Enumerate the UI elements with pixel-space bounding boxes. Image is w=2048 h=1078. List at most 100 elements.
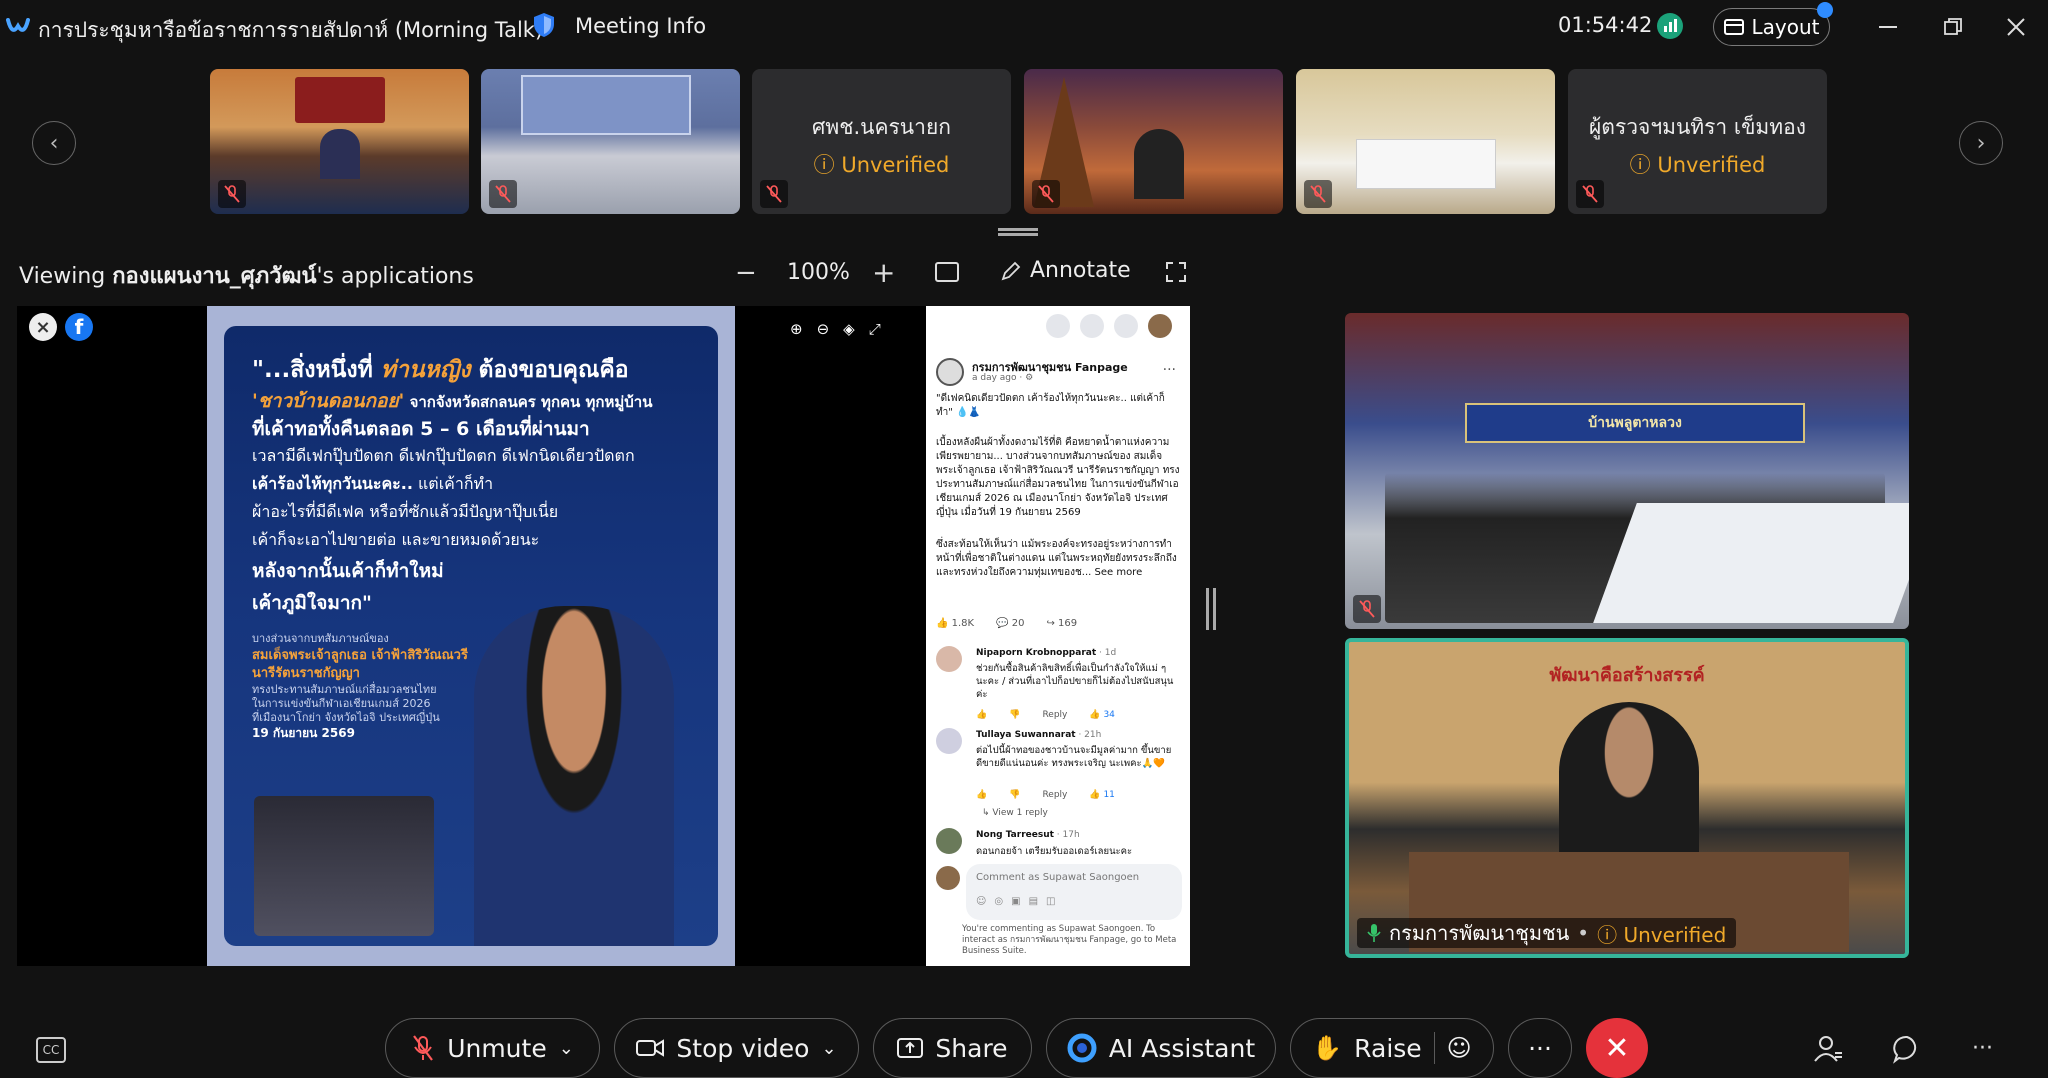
chevron-down-icon[interactable]: ⌄	[821, 1038, 836, 1059]
stop-video-button[interactable]: Stop video ⌄	[614, 1018, 859, 1078]
more-panels-button[interactable]: ···	[1972, 1036, 1993, 1061]
reaction-icon[interactable]: ☺	[1447, 1034, 1472, 1062]
meeting-title: การประชุมหารือข้อราชการรายสัปดาห์ (Morni…	[38, 18, 544, 42]
zoom-level[interactable]: 100%	[787, 260, 850, 285]
expand-icon[interactable]: ⤢	[869, 320, 881, 338]
messenger-icon[interactable]	[1080, 314, 1104, 338]
strip-resize-handle[interactable]	[998, 228, 1038, 236]
comment-tools-icons[interactable]: ☺◎▣▤◫	[976, 896, 1064, 907]
meeting-info-link[interactable]: Meeting Info	[575, 14, 706, 38]
participant-label: กรมการพัฒนาชุมชน • ⓘ Unverified	[1357, 918, 1737, 948]
mic-off-icon	[489, 180, 517, 208]
participant-thumbnail[interactable]	[481, 69, 740, 214]
mic-on-icon	[1367, 924, 1381, 942]
meeting-timer: 01:54:42	[1558, 13, 1653, 37]
zoom-in-button[interactable]: +	[872, 256, 895, 289]
chevron-left-icon: ‹	[49, 130, 59, 156]
tag-icon[interactable]: ◈	[843, 320, 855, 338]
view-reply-link[interactable]: ↳ View 1 reply	[982, 808, 1048, 818]
minimize-button[interactable]	[1873, 12, 1903, 42]
ai-assistant-icon	[1067, 1033, 1097, 1063]
comment-count: 💬 20	[996, 618, 1025, 629]
network-signal-icon[interactable]	[1657, 13, 1683, 39]
zoom-in-icon[interactable]: ⊕	[790, 320, 803, 338]
ai-assistant-button[interactable]: AI Assistant	[1046, 1018, 1276, 1078]
notification-dot	[1817, 2, 1833, 18]
comment-input[interactable]: Comment as Supawat Saongoen ☺◎▣▤◫	[966, 864, 1182, 920]
avatar	[936, 866, 960, 890]
comment-text: ช่วยกันซื้อสินค้าลิขสิทธิ์เพื่อเป็นกำลัง…	[976, 663, 1174, 700]
fullscreen-icon[interactable]	[1166, 262, 1186, 282]
layout-label: Layout	[1751, 15, 1820, 39]
mic-off-icon	[760, 180, 788, 208]
raise-hand-button[interactable]: ✋ Raise ☺	[1290, 1018, 1494, 1078]
participant-thumbnail[interactable]	[1296, 69, 1555, 214]
zoom-out-button[interactable]: −	[735, 258, 757, 288]
participant-thumbnail[interactable]: ศพช.นครนายก ⓘ Unverified	[752, 69, 1011, 214]
avatar[interactable]	[936, 828, 962, 854]
minimize-icon	[1879, 26, 1897, 28]
chat-button[interactable]	[1892, 1034, 1922, 1064]
share-count: ↪ 169	[1046, 618, 1078, 629]
page-avatar[interactable]	[936, 358, 964, 386]
avatar[interactable]	[1148, 314, 1172, 338]
mic-off-icon	[1032, 180, 1060, 208]
chevron-down-icon[interactable]: ⌄	[559, 1038, 574, 1059]
participants-button[interactable]	[1813, 1034, 1843, 1064]
participant-thumbnail[interactable]	[1024, 69, 1283, 214]
webex-logo-icon	[6, 18, 30, 32]
banner: บ้านพลูตาหลวง	[1465, 403, 1805, 443]
leave-meeting-button[interactable]: ✕	[1586, 1018, 1648, 1078]
next-participants-button[interactable]: ›	[1959, 121, 2003, 165]
close-icon: ✕	[1604, 1030, 1630, 1066]
participant-thumbnail[interactable]	[210, 69, 469, 214]
prev-participants-button[interactable]: ‹	[32, 121, 76, 165]
mic-off-icon	[1576, 180, 1604, 208]
post-intro: "ดีเฟคนิดเดียวปัดตก เค้าร้องไห้ทุกวันนะค…	[936, 393, 1165, 418]
comment-actions: 👍 👎 Reply 👍 11	[976, 790, 1115, 800]
participant-video[interactable]: บ้านพลูตาหลวง	[1345, 313, 1909, 629]
participant-thumbnail[interactable]: ผู้ตรวจฯมนทิรา เข็มทอง ⓘ Unverified	[1568, 69, 1827, 214]
mic-off-icon	[413, 1035, 434, 1061]
close-icon[interactable]: ×	[29, 313, 57, 341]
restore-button[interactable]	[1938, 12, 1968, 42]
bell-icon[interactable]	[1114, 314, 1138, 338]
share-button[interactable]: Share	[873, 1018, 1032, 1078]
title-bar: การประชุมหารือข้อราชการรายสัปดาห์ (Morni…	[0, 0, 2048, 56]
split-resize-handle[interactable]	[1206, 588, 1216, 630]
menu-icon[interactable]	[1046, 314, 1070, 338]
remote-control-icon[interactable]	[935, 262, 959, 282]
avatar[interactable]	[936, 646, 962, 672]
facebook-post-panel[interactable]: กรมการพัฒนาชุมชน Fanpage a day ago · ⚙ ·…	[926, 306, 1190, 966]
more-options-icon[interactable]: ···	[1163, 362, 1176, 378]
meeting-table	[1593, 503, 1909, 623]
captions-button[interactable]: CC	[36, 1037, 66, 1063]
wall-sign: พัฒนาคือสร้างสรรค์	[1549, 665, 1705, 686]
microphones	[254, 796, 434, 936]
like-count: 👍 1.8K	[936, 618, 975, 629]
close-icon	[2007, 18, 2025, 36]
comment-warning: You're commenting as Supawat Saongoen. T…	[962, 924, 1177, 956]
more-options-button[interactable]: ···	[1508, 1018, 1572, 1078]
comment: Nong Tarreesut · 17h	[976, 830, 1080, 840]
unmute-button[interactable]: Unmute ⌄	[385, 1018, 600, 1078]
layout-button[interactable]: Layout	[1713, 8, 1830, 46]
layout-icon	[1723, 19, 1744, 35]
close-window-button[interactable]	[2001, 12, 2031, 42]
shield-icon[interactable]	[533, 12, 555, 38]
participants-icon	[1814, 1036, 1842, 1062]
poster-image: "...สิ่งหนึ่งที่ ท่านหญิง ต้องขอบคุณคือ …	[207, 306, 735, 966]
viewing-label: Viewing กองแผนงาน_ศุภวัฒน์'s application…	[19, 264, 474, 289]
zoom-out-icon[interactable]: ⊖	[817, 320, 830, 338]
comment-text: ต่อไปนี้ผ้าทอของชาวบ้านจะมีมูลค่ามาก ขึ้…	[976, 745, 1172, 769]
comment-actions: 👍 👎 Reply 👍 34	[976, 710, 1115, 720]
annotate-button[interactable]: Annotate	[1000, 258, 1131, 283]
post-stats: 👍 1.8K 💬 20 ↪ 169	[936, 618, 1077, 629]
unverified-badge: ⓘ Unverified	[813, 153, 950, 177]
poster-card: "...สิ่งหนึ่งที่ ท่านหญิง ต้องขอบคุณคือ …	[224, 326, 718, 946]
image-viewer-controls: ⊕ ⊖ ◈ ⤢	[790, 320, 881, 338]
participant-name: ศพช.นครนายก	[812, 115, 951, 139]
avatar[interactable]	[936, 728, 962, 754]
facebook-icon: f	[65, 313, 93, 341]
active-speaker-video[interactable]: พัฒนาคือสร้างสรรค์ กรมการพัฒนาชุมชน • ⓘ …	[1345, 638, 1909, 958]
